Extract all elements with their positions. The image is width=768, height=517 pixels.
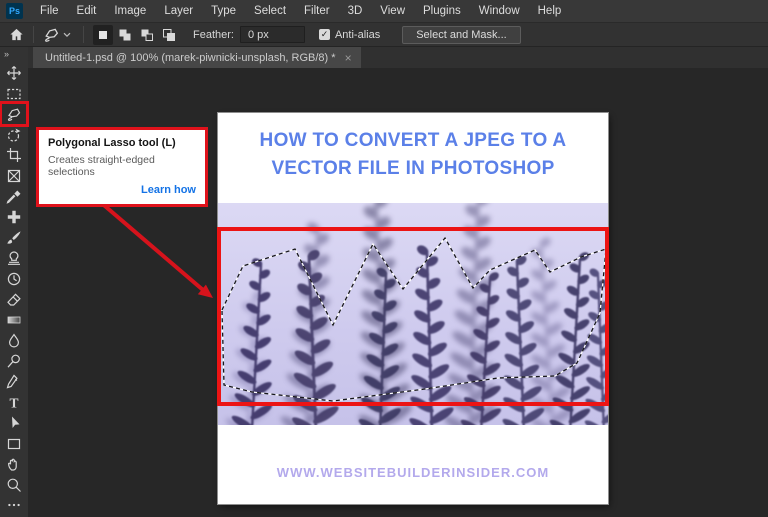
document-heading: HOW TO CONVERT A JPEG TO A VECTOR FILE I… [218, 127, 608, 183]
menu-bar: Ps File Edit Image Layer Type Select Fil… [0, 0, 768, 22]
eraser-tool[interactable] [2, 290, 26, 310]
document-canvas[interactable]: HOW TO CONVERT A JPEG TO A VECTOR FILE I… [218, 113, 608, 504]
selection-highlight-box [217, 227, 609, 406]
selection-mode-group [93, 25, 179, 45]
polygonal-lasso-icon [43, 26, 60, 43]
select-and-mask-button[interactable]: Select and Mask... [402, 26, 521, 44]
rectangle-tool[interactable] [2, 434, 26, 454]
tool-tooltip: Polygonal Lasso tool (L) Creates straigh… [36, 127, 208, 207]
home-icon[interactable] [4, 24, 28, 45]
close-icon[interactable]: × [345, 52, 352, 64]
dodge-tool[interactable] [2, 351, 26, 371]
menu-window[interactable]: Window [470, 0, 529, 22]
anti-alias-label: Anti-alias [335, 29, 380, 41]
document-tab[interactable]: Untitled-1.psd @ 100% (marek-piwnicki-un… [33, 47, 361, 68]
menu-3d[interactable]: 3D [339, 0, 372, 22]
rectangular-marquee-tool[interactable] [2, 84, 26, 104]
menu-filter[interactable]: Filter [295, 0, 339, 22]
separator [83, 26, 84, 43]
feather-label: Feather: [193, 29, 234, 41]
photoshop-logo: Ps [6, 3, 23, 19]
document-tab-title: Untitled-1.psd @ 100% (marek-piwnicki-un… [45, 52, 336, 64]
path-selection-tool[interactable] [2, 413, 26, 433]
subtract-from-selection-icon[interactable] [137, 25, 157, 45]
history-brush-tool[interactable] [2, 269, 26, 289]
menu-view[interactable]: View [371, 0, 414, 22]
more-tools[interactable] [2, 495, 26, 515]
blur-tool[interactable] [2, 331, 26, 351]
tooltip-description: Creates straight-edged selections [48, 154, 196, 178]
menu-select[interactable]: Select [245, 0, 295, 22]
menu-help[interactable]: Help [529, 0, 571, 22]
menu-plugins[interactable]: Plugins [414, 0, 470, 22]
brush-tool[interactable] [2, 228, 26, 248]
anti-alias-checkbox[interactable] [319, 29, 330, 40]
toolbar-collapse-button[interactable]: » [0, 47, 9, 63]
photoshop-window: Ps File Edit Image Layer Type Select Fil… [0, 0, 768, 517]
menu-image[interactable]: Image [105, 0, 155, 22]
object-selection-tool[interactable] [2, 125, 26, 145]
toolbar: » T [0, 47, 28, 517]
add-to-selection-icon[interactable] [115, 25, 135, 45]
clone-stamp-tool[interactable] [2, 248, 26, 268]
eyedropper-tool[interactable] [2, 187, 26, 207]
menu-file[interactable]: File [31, 0, 68, 22]
spot-healing-brush-tool[interactable] [2, 207, 26, 227]
type-tool[interactable]: T [2, 393, 26, 413]
move-tool[interactable] [2, 63, 26, 83]
new-selection-icon[interactable] [93, 25, 113, 45]
gradient-tool[interactable] [2, 310, 26, 330]
chevron-down-icon [63, 32, 71, 38]
learn-how-link[interactable]: Learn how [48, 184, 196, 196]
menu-type[interactable]: Type [202, 0, 245, 22]
zoom-tool[interactable] [2, 475, 26, 495]
footer-url: WWW.WEBSITEBUILDERINSIDER.COM [218, 465, 608, 480]
menu-edit[interactable]: Edit [68, 0, 106, 22]
pen-tool[interactable] [2, 372, 26, 392]
menu-layer[interactable]: Layer [155, 0, 202, 22]
feather-input[interactable]: 0 px [240, 26, 305, 43]
crop-tool[interactable] [2, 145, 26, 165]
hand-tool[interactable] [2, 454, 26, 474]
active-tool-dropdown[interactable] [39, 26, 78, 43]
svg-text:T: T [9, 395, 18, 410]
tool-options-bar: Feather: 0 px Anti-alias Select and Mask… [0, 22, 768, 47]
polygonal-lasso-tool[interactable] [2, 104, 26, 124]
document-tab-bar: Untitled-1.psd @ 100% (marek-piwnicki-un… [28, 47, 768, 68]
separator [33, 26, 34, 43]
frame-tool[interactable] [2, 166, 26, 186]
intersect-selection-icon[interactable] [159, 25, 179, 45]
tooltip-title: Polygonal Lasso tool (L) [48, 137, 196, 149]
